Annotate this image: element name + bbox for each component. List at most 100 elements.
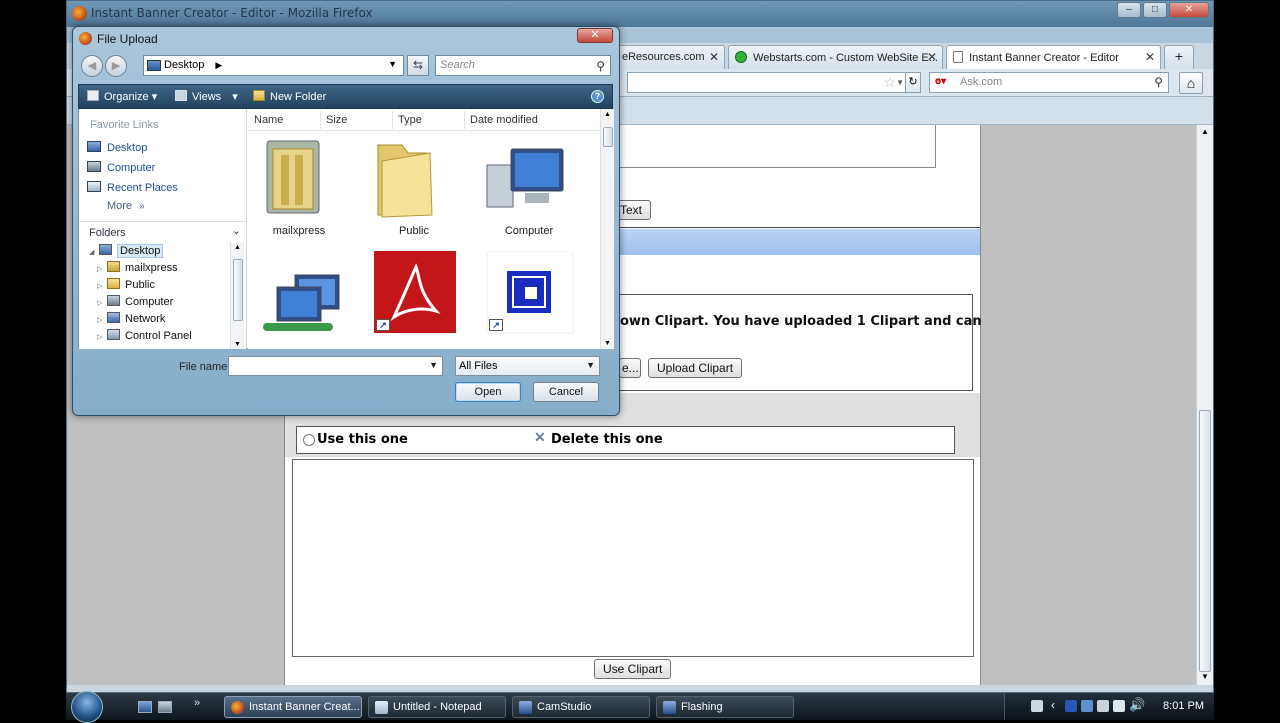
use-this-one-radio[interactable]	[303, 434, 315, 446]
volume-icon[interactable]: 🔊	[1129, 697, 1145, 713]
more-links-button[interactable]: More »	[107, 200, 145, 212]
page-scrollbar[interactable]: ▲ ▼	[1196, 125, 1213, 685]
close-tab-icon[interactable]: ✕	[1145, 50, 1155, 64]
address-bar[interactable]: Desktop ▶ ▼	[143, 55, 404, 76]
expand-arrow-icon[interactable]: ▷	[97, 316, 107, 324]
show-desktop-icon[interactable]	[138, 701, 152, 713]
column-header-date-modified[interactable]: Date modified	[470, 114, 538, 126]
column-separator[interactable]	[464, 111, 465, 129]
scroll-up-icon[interactable]: ▲	[1201, 127, 1209, 136]
scrollbar-thumb[interactable]	[1199, 410, 1211, 672]
reload-icon[interactable]: ↻	[905, 72, 921, 93]
home-button[interactable]: ⌂	[1179, 72, 1203, 94]
taskbar-button-camstudio[interactable]: CamStudio	[512, 696, 650, 718]
file-item-computer[interactable]: Computer	[481, 135, 577, 245]
collapse-arrow-icon[interactable]: ◢	[89, 248, 99, 256]
use-clipart-button[interactable]: Use Clipart	[594, 659, 672, 679]
taskbar-button-flashing[interactable]: Flashing	[656, 696, 794, 718]
close-tab-icon[interactable]: ✕	[927, 50, 937, 64]
maximize-button[interactable]: □	[1143, 2, 1167, 18]
back-button[interactable]: ◀	[81, 55, 103, 77]
use-this-one-label[interactable]: Use this one	[317, 432, 408, 447]
chevron-down-icon[interactable]: ▼	[586, 360, 595, 370]
favorite-link-recent-places[interactable]: Recent Places	[87, 181, 178, 194]
url-bar[interactable]: ☆ ▼ ↻	[627, 72, 921, 93]
file-name-input[interactable]: ▼	[228, 356, 443, 376]
views-menu[interactable]: Views ▾	[175, 90, 238, 103]
column-header-size[interactable]: Size	[326, 114, 347, 126]
file-item-app-shortcut[interactable]: ↗	[481, 250, 577, 361]
scroll-up-icon[interactable]: ▲	[234, 244, 241, 251]
close-tab-icon[interactable]: ✕	[709, 50, 719, 64]
file-name-dropdown-icon[interactable]: ▼	[429, 360, 438, 370]
favorite-link-desktop[interactable]: Desktop	[87, 141, 147, 154]
delete-this-one-link[interactable]: Delete this one	[551, 432, 663, 447]
folder-tree-scrollbar[interactable]: ▲ ▼	[230, 243, 244, 349]
column-separator[interactable]	[320, 111, 321, 129]
new-tab-button[interactable]: +	[1164, 45, 1194, 69]
tree-item-public[interactable]: ▷ Public	[97, 278, 155, 291]
expand-arrow-icon[interactable]: ▷	[97, 265, 107, 273]
dialog-close-button[interactable]: ✕	[577, 28, 613, 43]
switch-windows-icon[interactable]	[158, 701, 172, 713]
tray-expand-icon[interactable]: ‹	[1051, 698, 1055, 712]
bluetooth-icon[interactable]	[1065, 700, 1077, 712]
file-item-adobe-reader[interactable]: ↗	[366, 251, 462, 361]
organize-menu[interactable]: Organize ▾	[87, 90, 157, 103]
file-list-scrollbar[interactable]: ▲ ▼	[600, 109, 614, 349]
folders-toggle[interactable]: Folders ⌄	[79, 221, 246, 241]
scroll-down-icon[interactable]: ▼	[1201, 672, 1209, 681]
tree-item-desktop[interactable]: ◢ Desktop	[89, 244, 164, 258]
scroll-down-icon[interactable]: ▼	[234, 341, 241, 348]
breadcrumb-arrow-icon[interactable]: ▶	[215, 60, 222, 70]
expand-arrow-icon[interactable]: ▷	[97, 299, 107, 307]
firefox-titlebar[interactable]: Instant Banner Creator - Editor - Mozill…	[67, 1, 1213, 27]
refresh-button[interactable]: ⇆	[407, 55, 429, 76]
help-icon[interactable]: ?	[591, 90, 604, 103]
taskbar-button-firefox[interactable]: Instant Banner Creat...	[224, 696, 362, 718]
expand-arrow-icon[interactable]: ▷	[97, 333, 107, 341]
tab-webstarts[interactable]: Webstarts.com - Custom WebSite E... ✕	[728, 45, 943, 69]
bookmark-star-icon[interactable]: ☆	[883, 74, 896, 91]
tree-item-computer[interactable]: ▷ Computer	[97, 295, 173, 308]
text-button[interactable]: Text	[615, 200, 651, 220]
url-dropdown-icon[interactable]: ▼	[896, 78, 904, 87]
address-dropdown-icon[interactable]: ▼	[388, 59, 397, 69]
search-icon[interactable]: ⚲	[596, 59, 605, 73]
tree-item-network[interactable]: ▷ Network	[97, 312, 165, 325]
file-item-public[interactable]: Public	[366, 135, 462, 245]
network-status-icon[interactable]	[1097, 700, 1109, 712]
browse-button[interactable]: e...	[619, 358, 641, 378]
forward-button[interactable]: ▶	[105, 55, 127, 77]
quick-launch-more-icon[interactable]: »	[194, 697, 200, 709]
scrollbar-thumb[interactable]	[603, 127, 613, 147]
upload-clipart-button[interactable]: Upload Clipart	[648, 358, 743, 378]
cancel-button[interactable]: Cancel	[533, 382, 599, 402]
file-item-mailxpress[interactable]: mailxpress	[251, 135, 347, 245]
power-icon[interactable]	[1113, 700, 1125, 712]
scrollbar-thumb[interactable]	[233, 259, 243, 321]
start-button[interactable]	[71, 691, 103, 723]
scroll-up-icon[interactable]: ▲	[604, 111, 611, 118]
expand-arrow-icon[interactable]: ▷	[97, 282, 107, 290]
search-bar[interactable]: ꙩ▾ Ask.com ⚲	[929, 72, 1169, 93]
search-icon[interactable]: ⚲	[1154, 75, 1163, 89]
tree-item-control-panel[interactable]: ▷ Control Panel	[97, 329, 192, 342]
clock[interactable]: 8:01 PM	[1163, 700, 1204, 712]
update-icon[interactable]	[1081, 700, 1093, 712]
open-button[interactable]: Open	[455, 382, 521, 402]
taskbar-button-notepad[interactable]: Untitled - Notepad	[368, 696, 506, 718]
ask-engine-icon[interactable]: ꙩ▾	[935, 76, 946, 87]
pen-tablet-icon[interactable]	[1031, 700, 1043, 712]
scroll-down-icon[interactable]: ▼	[604, 340, 611, 347]
file-item-network[interactable]	[251, 257, 347, 367]
column-header-type[interactable]: Type	[398, 114, 422, 126]
delete-icon[interactable]: ✕	[534, 429, 546, 446]
file-type-select[interactable]: All Files ▼	[455, 356, 600, 376]
new-folder-button[interactable]: New Folder	[253, 90, 326, 103]
dialog-search-input[interactable]: Search ⚲	[435, 55, 611, 76]
favorite-link-computer[interactable]: Computer	[87, 161, 155, 174]
column-separator[interactable]	[392, 111, 393, 129]
tab-instant-banner-creator[interactable]: Instant Banner Creator - Editor ✕	[946, 45, 1161, 69]
tree-item-mailxpress[interactable]: ▷ mailxpress	[97, 261, 178, 274]
